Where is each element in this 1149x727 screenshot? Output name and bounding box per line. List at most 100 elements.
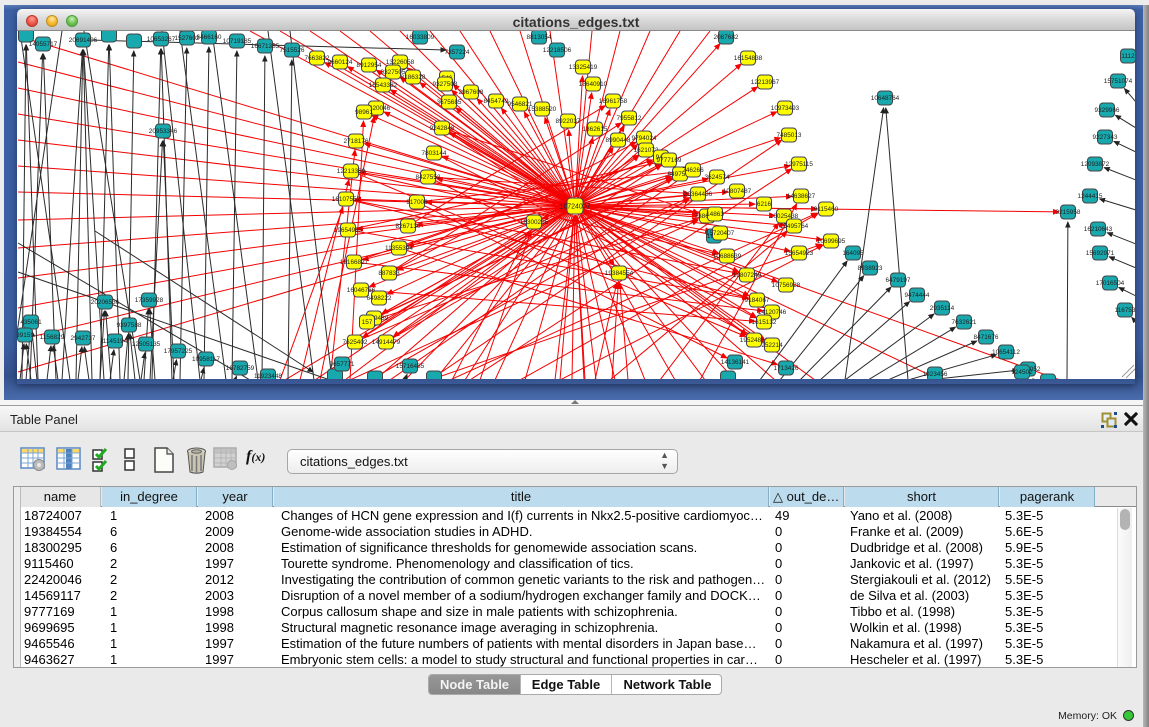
svg-text:9474444: 9474444	[905, 292, 930, 299]
svg-text:10807487: 10807487	[723, 188, 752, 195]
svg-text:14055717: 14055717	[29, 41, 58, 48]
svg-text:8922037: 8922037	[556, 118, 581, 125]
svg-text:7955812: 7955812	[617, 115, 642, 122]
svg-text:435061: 435061	[20, 319, 42, 326]
svg-text:10973493: 10973493	[771, 105, 800, 112]
svg-text:9327508: 9327508	[433, 81, 458, 88]
svg-text:20691406: 20691406	[69, 37, 98, 44]
svg-text:252214: 252214	[761, 342, 783, 349]
svg-text:10719185: 10719185	[223, 38, 252, 45]
svg-text:15720407: 15720407	[706, 230, 735, 237]
svg-text:8813054: 8813054	[527, 34, 552, 41]
svg-text:20364436: 20364436	[684, 191, 713, 198]
svg-text:98961: 98961	[355, 109, 373, 116]
svg-text:9397588: 9397588	[117, 322, 142, 329]
svg-text:164095: 164095	[842, 250, 864, 257]
svg-text:8912954: 8912954	[357, 62, 382, 69]
svg-text:14638627: 14638627	[787, 193, 816, 200]
svg-text:12213389: 12213389	[337, 168, 366, 175]
svg-text:2087682: 2087682	[714, 34, 739, 41]
svg-text:7515526: 7515526	[280, 47, 305, 54]
svg-text:16671385: 16671385	[251, 43, 280, 50]
svg-text:14136141: 14136141	[721, 359, 750, 366]
svg-text:7485013: 7485013	[777, 132, 802, 139]
svg-text:10958117: 10958117	[192, 356, 220, 363]
svg-text:6498222: 6498222	[367, 295, 392, 302]
svg-text:15692971: 15692971	[1086, 250, 1115, 257]
svg-text:8454749: 8454749	[484, 98, 509, 105]
svg-text:10653267: 10653267	[147, 36, 176, 43]
svg-text:2942737: 2942737	[71, 335, 96, 342]
svg-text:7625402: 7625402	[343, 339, 368, 346]
svg-text:9115460: 9115460	[814, 206, 839, 213]
svg-text:18300295: 18300295	[520, 219, 549, 226]
svg-text:8267130: 8267130	[396, 223, 421, 230]
svg-text:1923456: 1923456	[923, 371, 948, 378]
svg-text:11355394: 11355394	[385, 245, 413, 252]
svg-text:917006: 917006	[406, 199, 428, 206]
svg-text:9660124: 9660124	[328, 59, 353, 66]
svg-text:157: 157	[362, 319, 373, 326]
svg-text:12218506: 12218506	[543, 47, 572, 54]
svg-text:10654112: 10654112	[992, 349, 1020, 356]
svg-text:16033809: 16033809	[406, 34, 435, 41]
svg-text:15716485: 15716485	[396, 363, 425, 370]
svg-text:8938923: 8938923	[858, 265, 883, 272]
svg-text:6479197: 6479197	[886, 277, 911, 284]
svg-text:7663822: 7663822	[305, 55, 330, 62]
svg-text:12213967: 12213967	[751, 79, 780, 86]
svg-text:1615132: 1615132	[752, 319, 777, 326]
svg-text:6216: 6216	[757, 201, 772, 208]
svg-text:15495764: 15495764	[780, 223, 809, 230]
svg-text:8427552: 8427552	[416, 174, 441, 181]
svg-text:9184067: 9184067	[745, 297, 770, 304]
svg-text:2935114: 2935114	[930, 305, 955, 312]
svg-text:9777169: 9777169	[657, 157, 682, 164]
svg-text:9242848: 9242848	[430, 125, 455, 132]
svg-text:14863: 14863	[706, 211, 724, 218]
svg-text:13325419: 13325419	[569, 64, 598, 71]
svg-text:17016504: 17016504	[1096, 280, 1125, 287]
svg-text:7632621: 7632621	[952, 319, 977, 326]
svg-text:9794024: 9794024	[632, 135, 657, 142]
svg-text:1244415: 1244415	[1078, 193, 1103, 200]
svg-text:18640910: 18640910	[579, 81, 608, 88]
svg-text:924502: 924502	[1011, 369, 1033, 376]
svg-text:17957225: 17957225	[164, 348, 193, 355]
svg-text:12505135: 12505135	[132, 341, 161, 348]
svg-text:10756928: 10756928	[772, 282, 801, 289]
svg-text:17359928: 17359928	[135, 297, 164, 304]
svg-text:10699695: 10699695	[817, 238, 846, 245]
svg-text:3215958: 3215958	[1056, 209, 1081, 216]
svg-text:10648764: 10648764	[871, 95, 900, 102]
svg-text:10688639: 10688639	[713, 253, 742, 260]
svg-text:2967608: 2967608	[459, 89, 484, 96]
svg-text:116753: 116753	[1115, 307, 1135, 314]
svg-text:14914479: 14914479	[372, 339, 401, 346]
svg-text:1156829: 1156829	[40, 334, 65, 341]
svg-text:9329966: 9329966	[1095, 107, 1120, 114]
svg-text:12975115: 12975115	[785, 161, 813, 168]
svg-text:1112: 1112	[1121, 53, 1135, 60]
svg-text:2718176: 2718176	[344, 138, 369, 145]
svg-text:19654985: 19654985	[334, 227, 363, 234]
svg-text:16543382: 16543382	[369, 82, 398, 89]
svg-text:19166827: 19166827	[340, 259, 369, 266]
svg-text:7357224: 7357224	[445, 49, 470, 56]
svg-text:1362615: 1362615	[583, 126, 608, 133]
svg-text:8471676: 8471676	[974, 334, 999, 341]
svg-text:8186328: 8186328	[401, 74, 426, 81]
svg-text:3675685: 3675685	[437, 99, 462, 106]
svg-text:16782759: 16782759	[226, 365, 255, 372]
svg-text:15751074: 15751074	[1104, 78, 1133, 85]
svg-text:16154838: 16154838	[734, 55, 763, 62]
svg-text:39159: 39159	[17, 332, 34, 339]
svg-text:1713426: 1713426	[774, 365, 799, 372]
svg-text:15654923: 15654923	[785, 250, 814, 257]
svg-text:16107552: 16107552	[332, 196, 361, 203]
svg-text:16210643: 16210643	[1084, 226, 1113, 233]
svg-text:746266: 746266	[682, 167, 704, 174]
svg-text:20206536: 20206536	[91, 299, 120, 306]
svg-text:7803144: 7803144	[422, 150, 447, 157]
svg-text:1145194: 1145194	[103, 338, 128, 345]
